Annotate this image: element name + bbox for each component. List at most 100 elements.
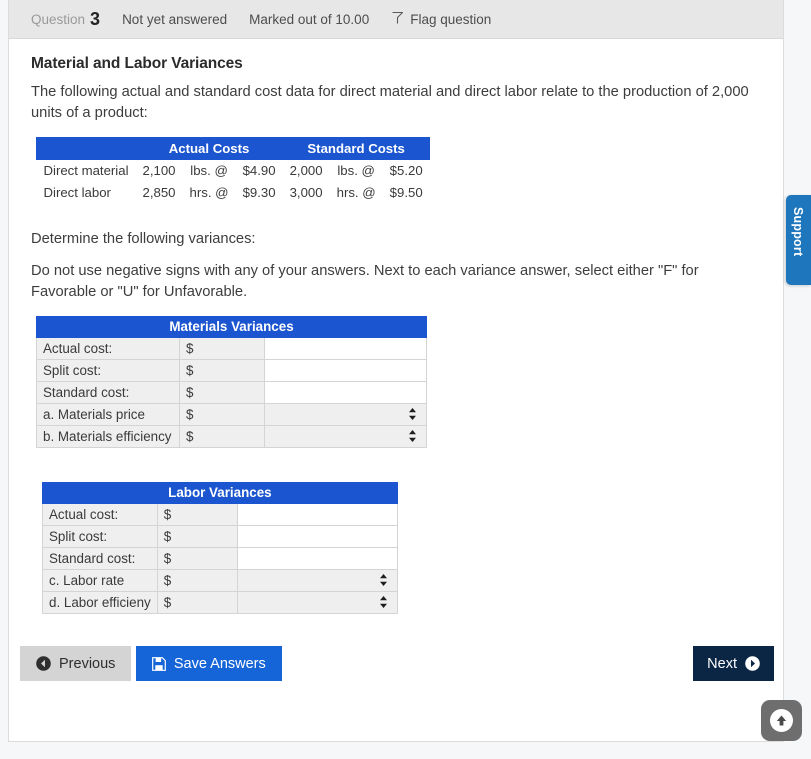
materials-variances-head: Materials Variances: [36, 315, 427, 338]
labor-rate-favorability-select[interactable]: [236, 568, 398, 592]
support-tab[interactable]: Support: [786, 195, 811, 285]
cost-row-standard-rate: $5.20: [382, 159, 430, 182]
table-row: Actual cost: $: [36, 336, 427, 360]
materials-variances-header-row: Materials Variances: [36, 315, 427, 338]
support-tab-label: Support: [791, 207, 805, 257]
cost-row-actual-rate: $9.30: [235, 181, 283, 204]
materials-standard-cost-cell[interactable]: [264, 380, 427, 404]
cost-row-standard-qty: 3,000: [282, 181, 330, 204]
labor-row-currency: $: [156, 590, 238, 614]
question-label: Question: [31, 11, 86, 27]
labor-variances-header: Labor Variances: [42, 481, 398, 504]
next-button-label: Next: [707, 655, 737, 672]
flag-question-label: Flag question: [410, 11, 492, 27]
labor-row-currency: $: [156, 502, 238, 526]
save-disk-icon: [151, 656, 166, 671]
materials-variances-body: Actual cost: $ Split cost: $ Standard co…: [36, 336, 427, 448]
materials-row-currency: $: [179, 402, 265, 426]
cost-table-corner-cell: [35, 136, 137, 160]
arrow-up-icon: [770, 709, 793, 732]
previous-button[interactable]: Previous: [20, 646, 132, 681]
table-row: c. Labor rate $: [42, 568, 398, 592]
labor-row-label: c. Labor rate: [42, 568, 158, 592]
question-body: Material and Labor Variances The followi…: [9, 39, 783, 614]
arrow-right-circle-icon: [745, 656, 760, 671]
chevron-updown-icon: [408, 408, 417, 421]
cost-table-actual-costs-header: Actual Costs: [135, 136, 284, 160]
labor-actual-cost-cell[interactable]: [236, 502, 398, 526]
save-answers-button-label: Save Answers: [173, 655, 266, 672]
chevron-updown-icon: [379, 596, 388, 609]
labor-row-currency: $: [156, 568, 238, 592]
labor-row-currency: $: [156, 546, 238, 570]
materials-split-cost-input[interactable]: [265, 360, 426, 381]
labor-efficiency-favorability-select[interactable]: [236, 590, 398, 614]
labor-split-cost-cell[interactable]: [236, 524, 398, 548]
labor-standard-cost-input[interactable]: [237, 548, 397, 569]
table-row: b. Materials efficiency $: [36, 424, 427, 448]
scroll-to-top-button[interactable]: [761, 700, 802, 741]
cost-row-standard-unit: hrs. @: [329, 181, 383, 204]
materials-row-currency: $: [179, 424, 265, 448]
labor-actual-cost-input[interactable]: [237, 504, 397, 525]
cost-table-standard-costs-header: Standard Costs: [282, 136, 431, 160]
previous-button-label: Previous: [59, 655, 116, 672]
page-bottom-strip: [0, 742, 811, 759]
table-row: Standard cost: $: [36, 380, 427, 404]
cost-data-table: Actual Costs Standard Costs Direct mater…: [35, 136, 431, 204]
arrow-left-circle-icon: [36, 656, 51, 671]
labor-row-label: Standard cost:: [42, 546, 158, 570]
cost-row-actual-qty: 2,850: [135, 181, 183, 204]
materials-variances-table: Materials Variances Actual cost: $ Split…: [36, 315, 427, 448]
materials-actual-cost-cell[interactable]: [264, 336, 427, 360]
labor-row-currency: $: [156, 524, 238, 548]
labor-split-cost-input[interactable]: [237, 526, 397, 547]
labor-row-label: d. Labor efficieny: [42, 590, 158, 614]
flag-question-button[interactable]: Flag question: [391, 11, 491, 28]
chevron-updown-icon: [408, 430, 417, 443]
table-row: Split cost: $: [36, 358, 427, 382]
materials-split-cost-cell[interactable]: [264, 358, 427, 382]
materials-row-label: a. Materials price: [36, 402, 180, 426]
materials-row-label: Actual cost:: [36, 336, 180, 360]
next-button[interactable]: Next: [693, 646, 774, 681]
flag-icon: [391, 11, 404, 28]
table-row: Direct labor 2,850 hrs. @ $9.30 3,000 hr…: [36, 181, 430, 204]
quiz-page: Question 3 Not yet answered Marked out o…: [0, 0, 811, 759]
marks-out-of: Marked out of 10.00: [249, 11, 370, 27]
labor-variances-body: Actual cost: $ Split cost: $ Standard co…: [42, 502, 398, 614]
materials-variances-header: Materials Variances: [36, 315, 427, 338]
labor-row-label: Split cost:: [42, 524, 158, 548]
question-number-block: Question 3: [31, 10, 100, 28]
labor-standard-cost-cell[interactable]: [236, 546, 398, 570]
save-answers-button[interactable]: Save Answers: [135, 646, 282, 681]
cost-row-standard-rate: $9.50: [382, 181, 430, 204]
materials-actual-cost-input[interactable]: [265, 338, 426, 359]
question-number: 3: [90, 9, 101, 29]
chevron-updown-icon: [379, 574, 388, 587]
cost-table-group-header-row: Actual Costs Standard Costs: [35, 136, 431, 160]
table-row: Actual cost: $: [42, 502, 398, 526]
table-row: Direct material 2,100 lbs. @ $4.90 2,000…: [36, 159, 430, 182]
cost-row-actual-unit: hrs. @: [182, 181, 236, 204]
question-card: Question 3 Not yet answered Marked out o…: [8, 0, 784, 742]
materials-row-label: b. Materials efficiency: [36, 424, 180, 448]
cost-row-label: Direct material: [36, 159, 136, 182]
table-row: Split cost: $: [42, 524, 398, 548]
cost-row-label: Direct labor: [36, 181, 136, 204]
materials-efficiency-favorability-select[interactable]: [264, 424, 427, 448]
cost-row-standard-qty: 2,000: [282, 159, 330, 182]
materials-row-currency: $: [179, 358, 265, 382]
cost-table-body: Direct material 2,100 lbs. @ $4.90 2,000…: [36, 159, 430, 204]
table-row: d. Labor efficieny $: [42, 590, 398, 614]
materials-price-favorability-select[interactable]: [264, 402, 427, 426]
cost-row-actual-rate: $4.90: [235, 159, 283, 182]
materials-row-label: Split cost:: [36, 358, 180, 382]
quiz-navigation-bar: Previous Save Answers Next: [20, 646, 774, 681]
page-title: Material and Labor Variances: [31, 55, 243, 72]
cost-row-actual-qty: 2,100: [135, 159, 183, 182]
labor-variances-header-row: Labor Variances: [42, 481, 398, 504]
materials-row-label: Standard cost:: [36, 380, 180, 404]
materials-row-currency: $: [179, 380, 265, 404]
materials-standard-cost-input[interactable]: [265, 382, 426, 403]
